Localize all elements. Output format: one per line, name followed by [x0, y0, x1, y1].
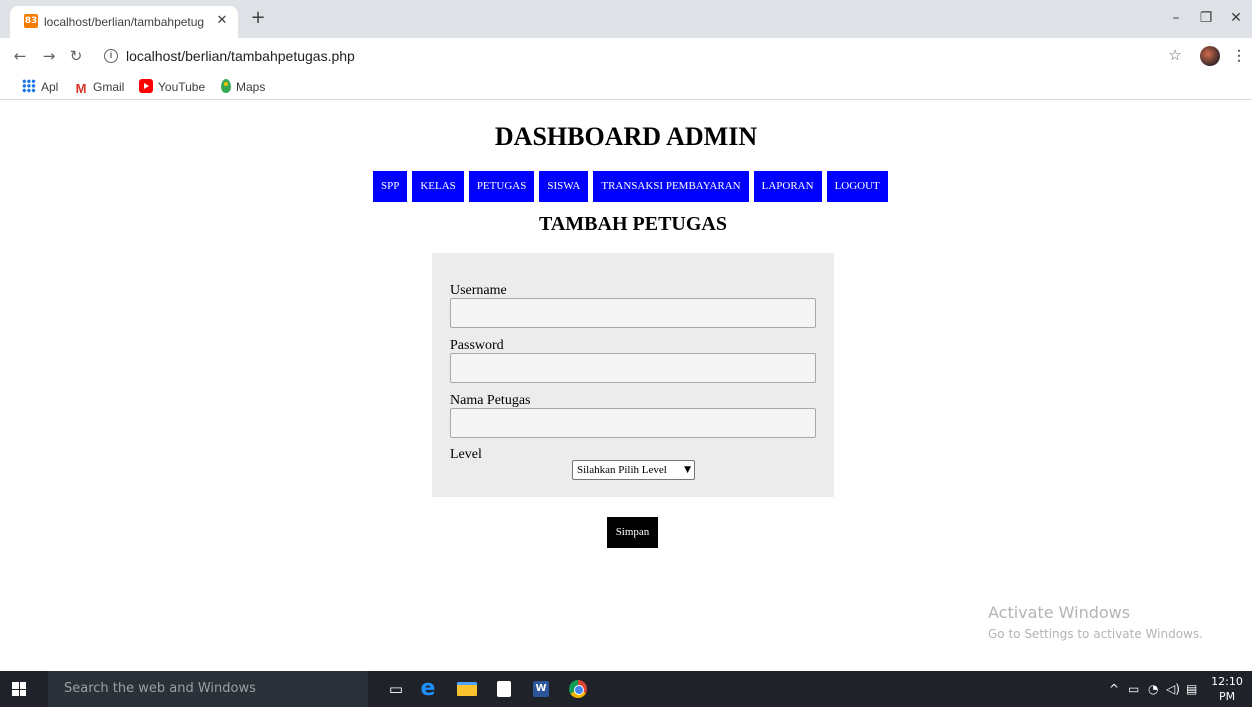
tambah-petugas-form: Username Password Nama Petugas Level Sil…: [432, 253, 834, 497]
apps-icon: [22, 79, 36, 93]
nav-laporan[interactable]: LAPORAN: [753, 171, 822, 202]
forward-icon[interactable]: →: [39, 46, 59, 66]
chevron-down-icon: ▼: [684, 465, 691, 475]
activate-windows-title: Activate Windows: [988, 603, 1131, 622]
profile-avatar[interactable]: [1200, 46, 1220, 66]
info-icon[interactable]: i: [104, 49, 118, 63]
section-title: TAMBAH PETUGAS: [539, 213, 727, 235]
browser-tab[interactable]: 83 localhost/berlian/tambahpetugas ✕: [10, 6, 238, 38]
clock-time: 12:10 PM: [1211, 675, 1243, 703]
wifi-icon[interactable]: ◔: [1148, 681, 1158, 697]
nav-kelas[interactable]: KELAS: [412, 171, 464, 202]
store-icon[interactable]: [497, 681, 511, 697]
minimize-icon[interactable]: –: [1166, 8, 1186, 28]
task-view-icon[interactable]: ▭: [386, 679, 406, 699]
url-text: localhost/berlian/tambahpetugas.php: [126, 48, 355, 64]
password-input[interactable]: [450, 353, 816, 383]
back-icon[interactable]: ←: [10, 46, 30, 66]
nama-petugas-input[interactable]: [450, 408, 816, 438]
simpan-button[interactable]: Simpan: [607, 517, 658, 548]
battery-icon[interactable]: ▭: [1128, 681, 1139, 697]
word-icon[interactable]: W: [533, 681, 549, 697]
bookmark-gmail[interactable]: M Gmail: [74, 78, 125, 96]
notifications-icon[interactable]: ▤: [1186, 681, 1197, 697]
new-tab-icon[interactable]: +: [248, 8, 268, 28]
windows-start-icon[interactable]: [12, 682, 26, 696]
more-menu-icon[interactable]: ⋮: [1232, 45, 1246, 65]
level-label: Level: [450, 447, 482, 462]
page-content: DASHBOARD ADMIN SPP KELAS PETUGAS SISWA …: [0, 101, 1252, 671]
file-explorer-icon[interactable]: [457, 682, 477, 696]
taskbar-search-placeholder: Search the web and Windows: [64, 681, 256, 696]
browser-tabstrip: 83 localhost/berlian/tambahpetugas ✕ + –…: [0, 0, 1252, 38]
tab-title: localhost/berlian/tambahpetugas: [44, 15, 204, 29]
browser-toolbar: ← → ↻ i localhost/berlian/tambahpetugas.…: [0, 38, 1252, 74]
edge-icon[interactable]: e: [418, 678, 438, 700]
taskbar-clock[interactable]: 12:10 PM 4/20/2021: [1205, 674, 1252, 719]
maps-icon: [221, 79, 231, 93]
chrome-icon[interactable]: [569, 680, 587, 698]
level-select[interactable]: Silahkan Pilih Level ▼: [572, 460, 695, 480]
nav-logout[interactable]: LOGOUT: [826, 171, 888, 202]
bookmark-apps[interactable]: Apl: [22, 78, 58, 96]
youtube-icon: [139, 79, 153, 93]
windows-taskbar: Search the web and Windows ▭ e W ^ ▭ ◔ ◁…: [0, 671, 1252, 718]
level-selected-value: Silahkan Pilih Level: [577, 464, 667, 476]
nav-spp[interactable]: SPP: [373, 171, 408, 202]
bookmark-star-icon[interactable]: ☆: [1165, 45, 1185, 65]
taskbar-search[interactable]: Search the web and Windows: [48, 671, 368, 707]
main-nav: SPP KELAS PETUGAS SISWA TRANSAKSI PEMBAY…: [373, 171, 888, 202]
bookmarks-bar: Apl M Gmail YouTube Maps: [0, 74, 1252, 100]
address-bar[interactable]: i localhost/berlian/tambahpetugas.php: [100, 42, 1160, 70]
volume-icon[interactable]: ◁): [1166, 681, 1180, 697]
nav-siswa[interactable]: SISWA: [539, 171, 589, 202]
xampp-icon: 83: [24, 14, 38, 28]
activate-windows-watermark: Activate Windows Go to Settings to activ…: [988, 603, 1203, 643]
clock-date: 4/20/2021: [1205, 705, 1252, 718]
reload-icon[interactable]: ↻: [66, 46, 86, 66]
nav-petugas[interactable]: PETUGAS: [468, 171, 535, 202]
bookmark-youtube[interactable]: YouTube: [139, 78, 205, 96]
nav-transaksi-pembayaran[interactable]: TRANSAKSI PEMBAYARAN: [593, 171, 749, 202]
close-tab-icon[interactable]: ✕: [214, 13, 230, 29]
bookmark-maps[interactable]: Maps: [221, 78, 265, 96]
username-input[interactable]: [450, 298, 816, 328]
page-title: DASHBOARD ADMIN: [494, 122, 758, 151]
restore-icon[interactable]: ❐: [1196, 8, 1216, 28]
close-window-icon[interactable]: ✕: [1226, 8, 1246, 28]
tray-chevron-up-icon[interactable]: ^: [1109, 681, 1119, 697]
activate-windows-subtitle: Go to Settings to activate Windows.: [988, 627, 1203, 641]
gmail-icon: M: [75, 81, 87, 96]
